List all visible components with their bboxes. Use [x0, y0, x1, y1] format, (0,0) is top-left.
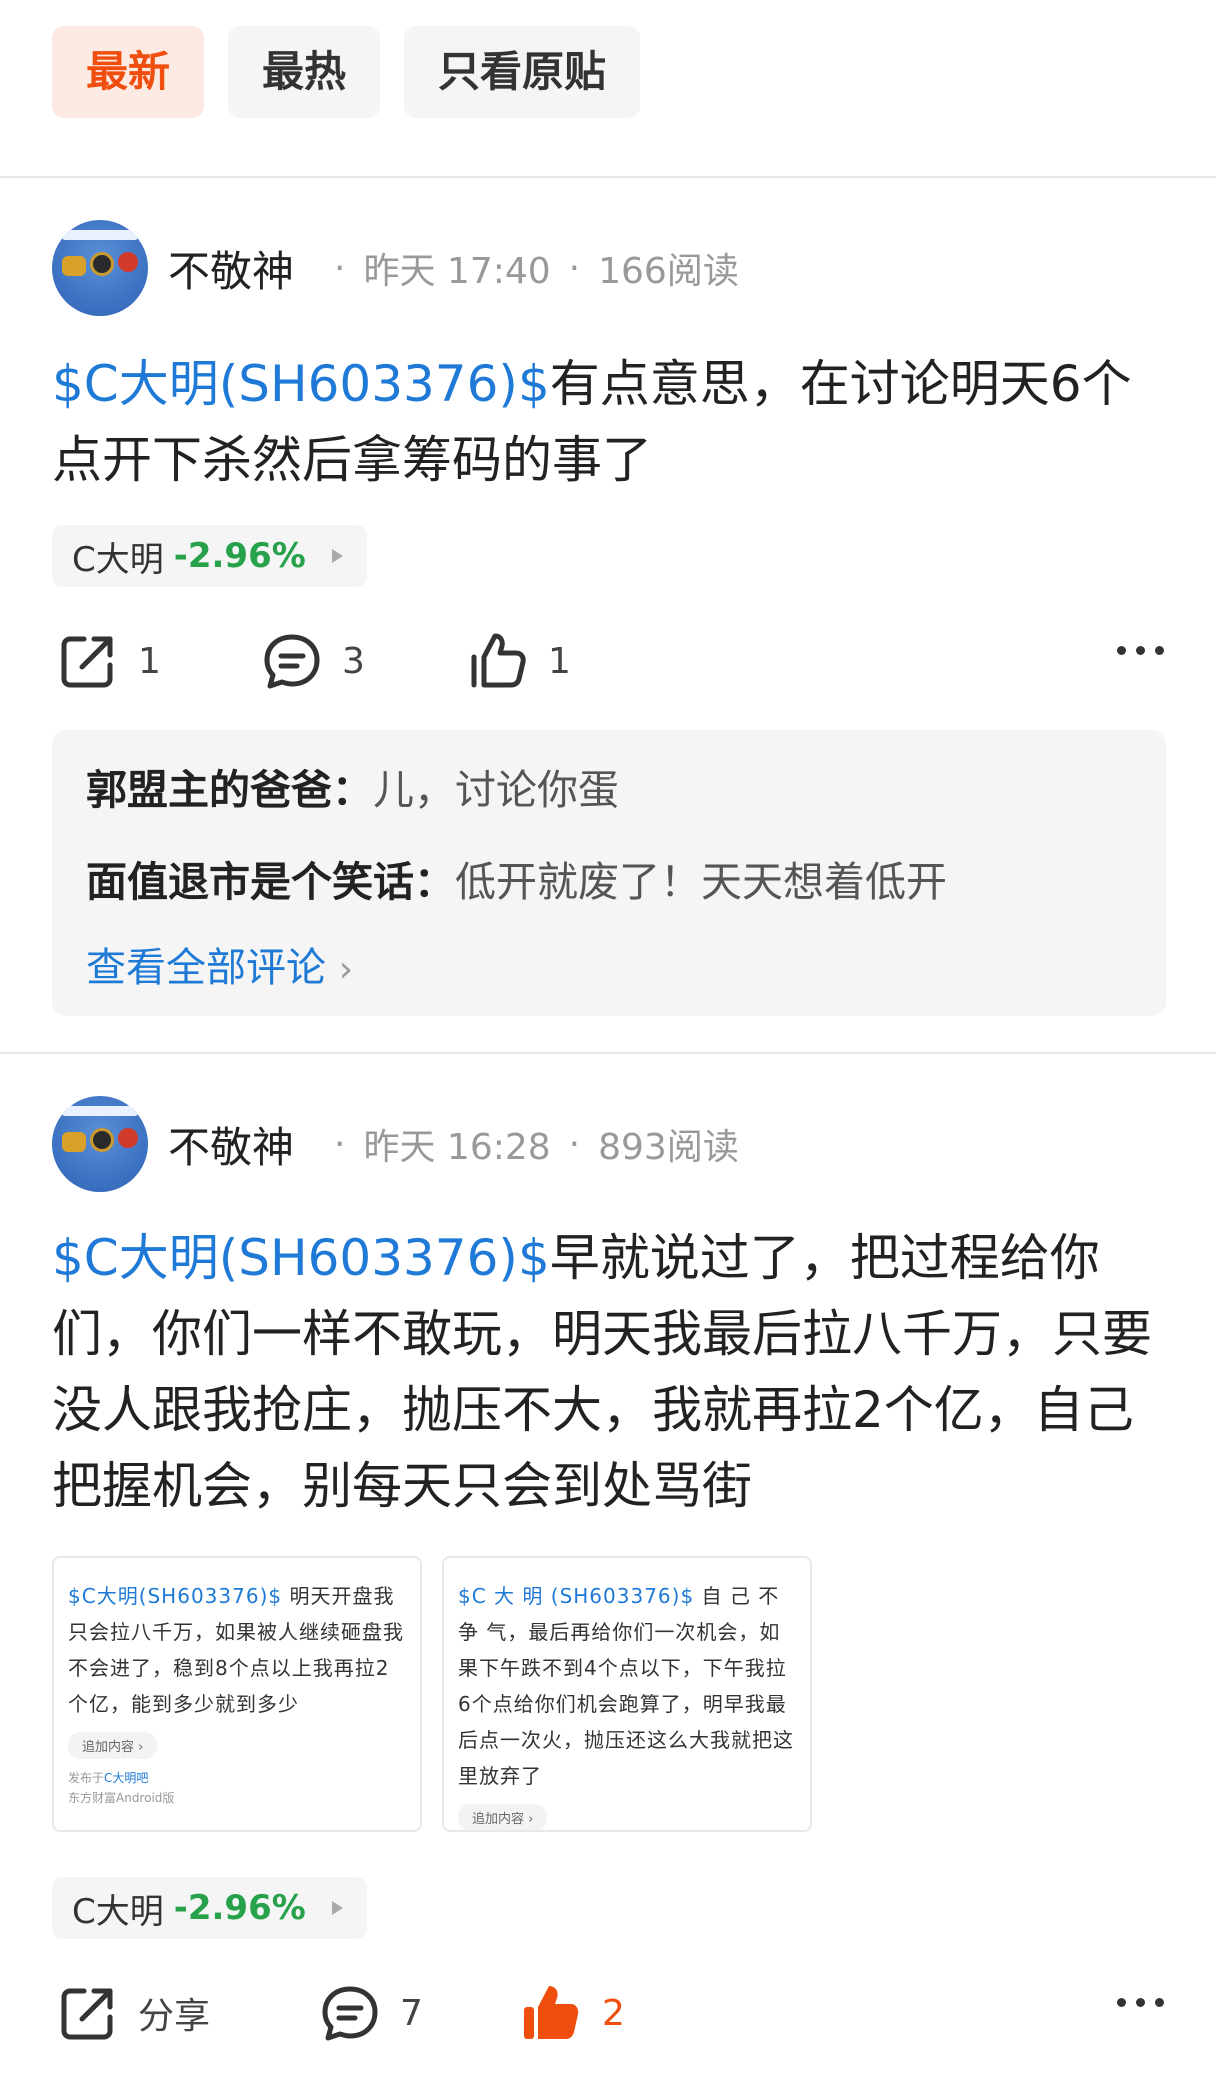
post-content[interactable]: $C大明(SH603376)$有点意思，在讨论明天6个点开下杀然后拿筹码的事了: [52, 346, 1167, 498]
avatar[interactable]: [52, 220, 148, 316]
more-options-button[interactable]: [1117, 1998, 1164, 2007]
comment-button[interactable]: 3: [262, 626, 365, 696]
post-time: 昨天 17:40: [363, 251, 551, 292]
chevron-right-icon: ›: [338, 949, 354, 990]
divider: [0, 1052, 1216, 1054]
view-all-label: 查看全部评论: [86, 945, 326, 991]
post-meta: · 昨天 16:28 · 893阅读: [316, 1118, 739, 1170]
image-client: 东方财富Android版: [68, 1791, 175, 1805]
comment-item[interactable]: 面值退市是个笑话：低开就废了！天天想着低开: [86, 836, 1132, 928]
image-append-button: 追加内容 ›: [458, 1804, 548, 1830]
avatar[interactable]: [52, 1096, 148, 1192]
post-image[interactable]: $C大明(SH603376)$ 明天开盘我只会拉八千万，如果被人继续砸盘我不会进…: [52, 1556, 422, 1832]
comment-text: 低开就废了！天天想着低开: [455, 858, 947, 906]
post-actions: 分享 7 2: [52, 1978, 1164, 2048]
image-append-button: 追加内容 ›: [68, 1732, 158, 1759]
share-icon: [61, 1988, 113, 2040]
image-stock-link: $C 大 明 (SH603376)$: [458, 1584, 695, 1608]
read-count: 166阅读: [598, 251, 739, 292]
stock-chip[interactable]: C大明 -2.96%: [52, 1877, 367, 1939]
comment-icon: [264, 634, 320, 689]
thumbs-up-icon: [471, 633, 526, 688]
comment-preview: 郭盟主的爸爸：儿，讨论你蛋 面值退市是个笑话：低开就废了！天天想着低开 查看全部…: [52, 730, 1166, 1016]
like-button[interactable]: 1: [468, 626, 571, 696]
comment-text: 儿，讨论你蛋: [373, 766, 619, 814]
share-button[interactable]: 分享: [58, 1978, 210, 2048]
comment-button[interactable]: 7: [320, 1978, 423, 2048]
like-button[interactable]: 2: [522, 1978, 625, 2048]
comment-user[interactable]: 郭盟主的爸爸：: [86, 766, 373, 814]
author-name[interactable]: 不敬神: [168, 238, 294, 299]
share-count: 1: [138, 640, 161, 682]
comment-icon: [322, 1986, 378, 2041]
comment-user[interactable]: 面值退市是个笑话：: [86, 858, 455, 906]
stock-chip-change: -2.96%: [173, 1888, 306, 1928]
image-posted-in: 发布于C大明吧: [68, 1771, 149, 1785]
like-count: 2: [602, 1992, 625, 2034]
stock-chip-name: C大明: [72, 539, 164, 580]
more-options-button[interactable]: [1117, 646, 1164, 655]
read-count: 893阅读: [598, 1127, 739, 1168]
like-count: 1: [548, 640, 571, 682]
share-button[interactable]: 1: [58, 626, 161, 696]
share-icon: [61, 636, 113, 688]
stock-chip[interactable]: C大明 -2.96%: [52, 525, 367, 587]
caret-right-icon: [331, 1901, 343, 1915]
post-author-row[interactable]: 不敬神 · 昨天 16:28 · 893阅读: [52, 1096, 739, 1192]
view-all-comments-link[interactable]: 查看全部评论 ›: [86, 928, 1132, 1010]
sort-tabs: 最新 最热 只看原贴: [52, 26, 641, 118]
stock-chip-name: C大明: [72, 1891, 164, 1932]
post-time: 昨天 16:28: [363, 1127, 551, 1168]
share-label: 分享: [138, 1996, 211, 2037]
post-images: $C大明(SH603376)$ 明天开盘我只会拉八千万，如果被人继续砸盘我不会进…: [52, 1556, 812, 1832]
tab-original-only[interactable]: 只看原贴: [404, 26, 641, 118]
post-content[interactable]: $C大明(SH603376)$早就说过了，把过程给你们，你们一样不敢玩，明天我最…: [52, 1220, 1167, 1524]
caret-right-icon: [331, 549, 343, 563]
post-actions: 1 3 1: [52, 626, 1164, 696]
image-text: 自 己 不 争 气，最后再给你们一次机会，如果下午跌不到4个点以下，下午我拉6个…: [458, 1584, 794, 1788]
post-author-row[interactable]: 不敬神 · 昨天 17:40 · 166阅读: [52, 220, 739, 316]
post-meta: · 昨天 17:40 · 166阅读: [316, 242, 739, 294]
comment-count: 3: [342, 640, 365, 682]
image-stock-link: $C大明(SH603376)$: [68, 1584, 283, 1608]
author-name[interactable]: 不敬神: [168, 1114, 294, 1175]
comment-item[interactable]: 郭盟主的爸爸：儿，讨论你蛋: [86, 744, 1132, 836]
stock-link[interactable]: $C大明(SH603376)$: [52, 355, 550, 413]
tab-hottest[interactable]: 最热: [228, 26, 381, 118]
tab-latest[interactable]: 最新: [52, 26, 205, 118]
post-image[interactable]: $C 大 明 (SH603376)$ 自 己 不 争 气，最后再给你们一次机会，…: [442, 1556, 812, 1832]
stock-chip-change: -2.96%: [173, 536, 306, 576]
comment-count: 7: [400, 1992, 423, 2034]
divider: [0, 176, 1216, 178]
stock-link[interactable]: $C大明(SH603376)$: [52, 1229, 550, 1287]
thumbs-up-filled-icon: [524, 1986, 579, 2039]
